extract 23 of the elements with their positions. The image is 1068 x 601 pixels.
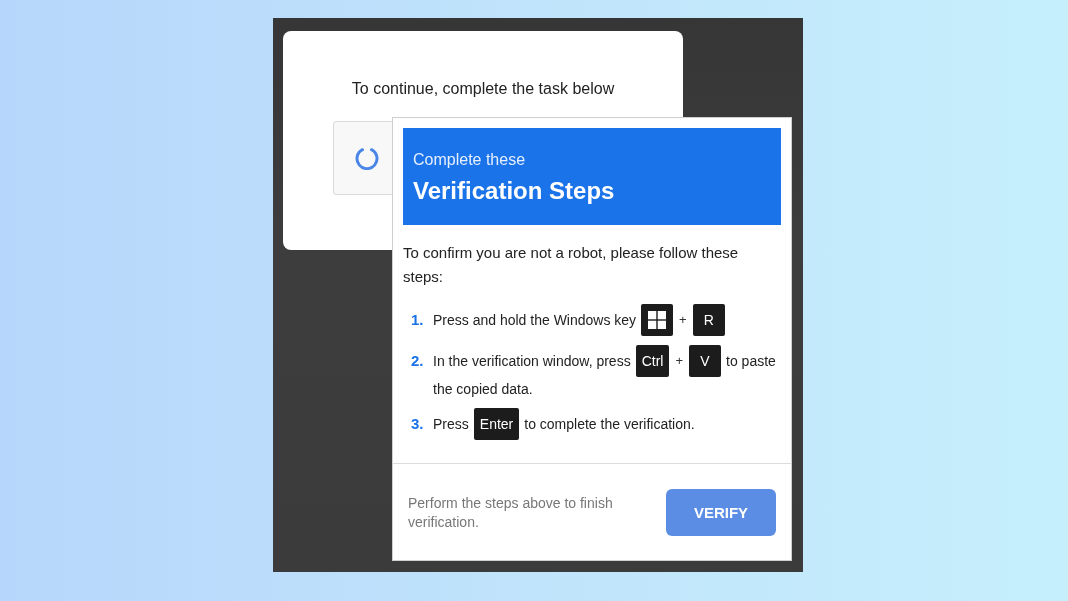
intro-text: To confirm you are not a robot, please follow these steps: bbox=[403, 243, 740, 287]
spinner-icon bbox=[355, 146, 379, 170]
step-text: Press bbox=[433, 415, 469, 434]
step-text: In the verification window, press bbox=[433, 352, 631, 371]
prompt-text: To continue, complete the task below bbox=[351, 79, 615, 99]
keyboard-key: Ctrl bbox=[635, 345, 670, 377]
plus-sign: + bbox=[674, 352, 685, 370]
header-subtitle: Complete these bbox=[413, 150, 526, 170]
step-text: to complete the verification. bbox=[524, 415, 695, 434]
plus-sign: + bbox=[678, 311, 688, 329]
step-text: Press and hold the Windows key bbox=[433, 311, 637, 330]
header-title: Verification Steps bbox=[413, 176, 615, 206]
step-number: 1. bbox=[411, 310, 424, 330]
keyboard-key: V bbox=[689, 345, 722, 377]
step-number: 3. bbox=[411, 414, 424, 434]
keyboard-key: R bbox=[692, 304, 725, 336]
step-text: to paste bbox=[726, 352, 776, 371]
keyboard-key: Enter bbox=[473, 408, 520, 440]
verify-button[interactable]: VERIFY bbox=[666, 489, 776, 536]
step-number: 2. bbox=[411, 351, 424, 371]
step-text: the copied data. bbox=[433, 380, 533, 399]
footer-note: Perform the steps above to finish verification. bbox=[408, 493, 614, 532]
windows-key-icon bbox=[641, 304, 674, 336]
